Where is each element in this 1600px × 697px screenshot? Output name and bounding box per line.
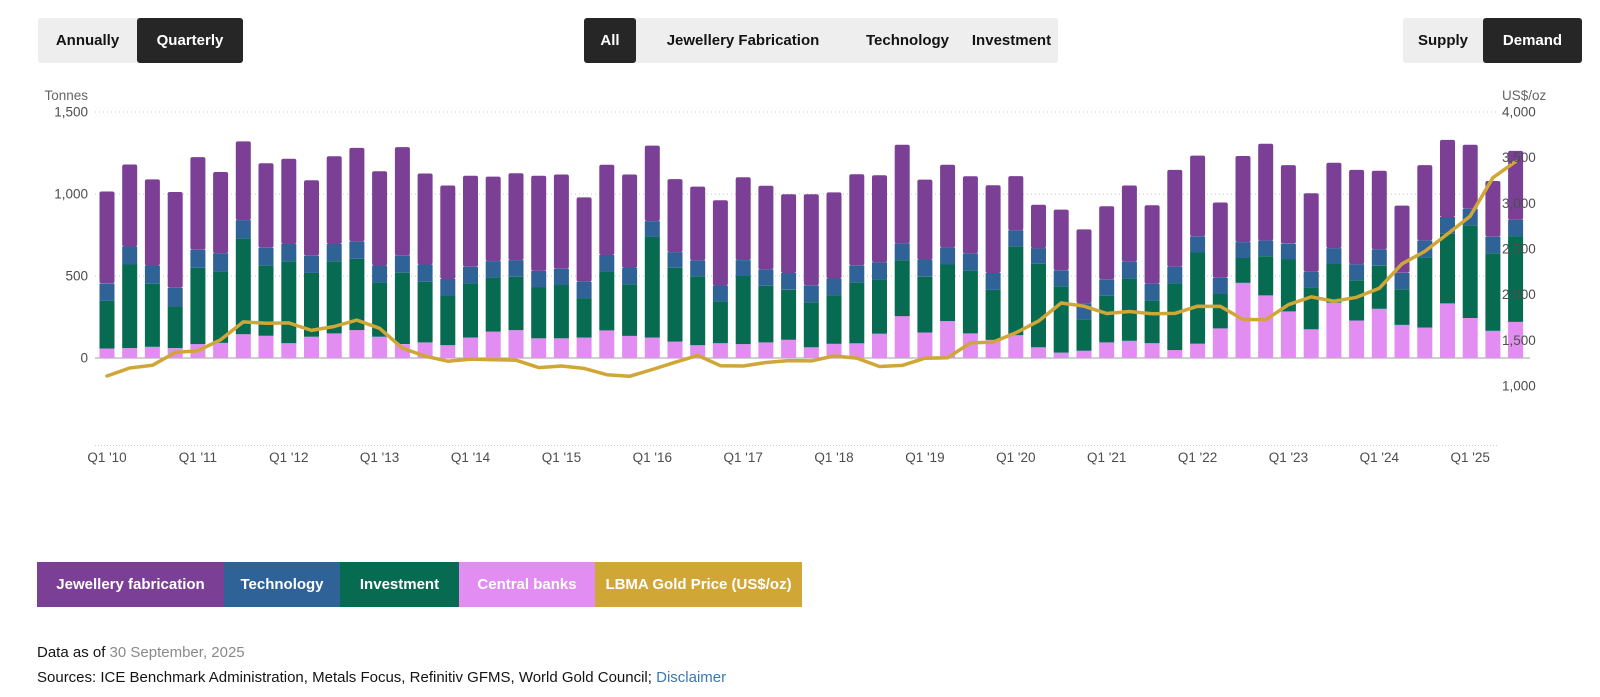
data-as-of-label: Data as of (37, 644, 110, 661)
svg-text:Q1 '19: Q1 '19 (905, 450, 944, 465)
svg-text:0: 0 (80, 351, 88, 366)
svg-text:2,000: 2,000 (1502, 287, 1536, 302)
right-axis-title: US$/oz (1502, 88, 1547, 103)
data-as-of-date: 30 September, 2025 (110, 644, 245, 661)
svg-text:3,000: 3,000 (1502, 196, 1536, 211)
svg-text:Q1 '11: Q1 '11 (179, 450, 217, 465)
svg-text:Q1 '10: Q1 '10 (87, 450, 126, 465)
legend-lbma-gold-price[interactable]: LBMA Gold Price (US$/oz) (595, 562, 802, 607)
svg-text:Q1 '24: Q1 '24 (1360, 450, 1400, 465)
svg-text:Q1 '23: Q1 '23 (1269, 450, 1308, 465)
svg-text:1,500: 1,500 (54, 105, 88, 120)
svg-text:Q1 '25: Q1 '25 (1451, 450, 1490, 465)
sources-text: Sources: ICE Benchmark Administration, M… (37, 669, 656, 686)
legend-technology[interactable]: Technology (224, 562, 340, 607)
bars-group (100, 140, 1524, 358)
svg-text:Q1 '22: Q1 '22 (1178, 450, 1217, 465)
svg-text:1,000: 1,000 (54, 187, 88, 202)
svg-text:Q1 '14: Q1 '14 (451, 450, 491, 465)
svg-text:3,500: 3,500 (1502, 150, 1536, 165)
svg-text:1,500: 1,500 (1502, 333, 1536, 348)
svg-text:Q1 '15: Q1 '15 (542, 450, 581, 465)
svg-text:Q1 '20: Q1 '20 (996, 450, 1035, 465)
svg-text:Q1 '13: Q1 '13 (360, 450, 399, 465)
legend-central-banks[interactable]: Central banks (459, 562, 595, 607)
disclaimer-link[interactable]: Disclaimer (656, 669, 726, 686)
svg-text:Q1 '12: Q1 '12 (269, 450, 308, 465)
svg-text:Q1 '21: Q1 '21 (1087, 450, 1126, 465)
svg-text:2,500: 2,500 (1502, 242, 1536, 257)
svg-text:Q1 '18: Q1 '18 (814, 450, 853, 465)
svg-text:Q1 '16: Q1 '16 (633, 450, 672, 465)
chart-legend: Jewellery fabrication Technology Investm… (37, 562, 802, 607)
sources-line: Sources: ICE Benchmark Administration, M… (37, 669, 726, 686)
data-as-of-line: Data as of 30 September, 2025 (37, 644, 245, 661)
gold-demand-stacked-bar-chart[interactable]: Tonnes 0 500 1,000 1,500 US$/oz 1,000 1,500 2,00… (0, 0, 1600, 540)
svg-text:4,000: 4,000 (1502, 105, 1536, 120)
svg-text:1,000: 1,000 (1502, 379, 1536, 394)
left-axis-title: Tonnes (44, 88, 88, 103)
svg-text:500: 500 (65, 269, 88, 284)
legend-investment[interactable]: Investment (340, 562, 459, 607)
svg-text:Q1 '17: Q1 '17 (724, 450, 763, 465)
legend-jewellery-fabrication[interactable]: Jewellery fabrication (37, 562, 224, 607)
